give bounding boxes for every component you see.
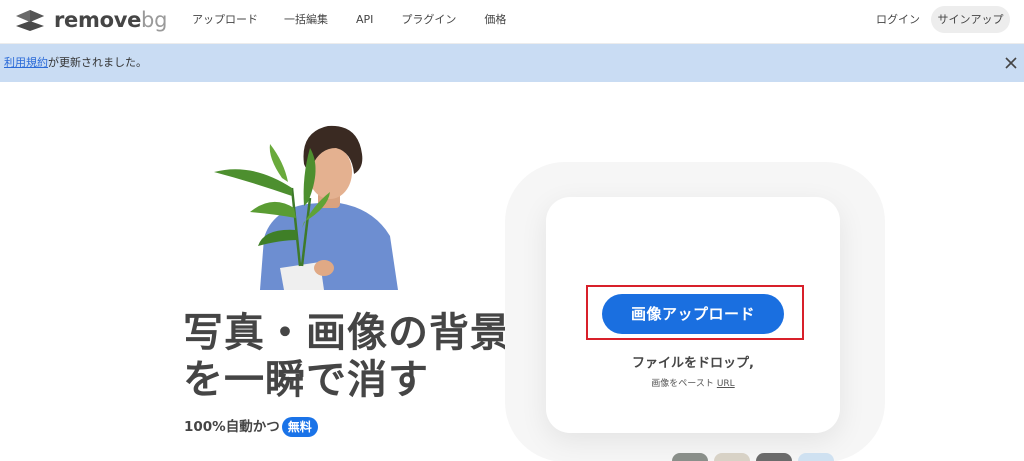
notice-banner: 利用規約が更新されました。 (0, 44, 1024, 82)
sample-thumbnails (672, 453, 834, 461)
main-nav: アップロード 一括編集 API プラグイン 価格 (192, 13, 534, 27)
url-link[interactable]: URL (717, 379, 735, 389)
stacked-layers-logo-icon (16, 10, 44, 31)
logo-text: removebg (54, 7, 167, 33)
sample-thumb-4[interactable] (798, 453, 834, 461)
logo-word: remove (54, 8, 142, 32)
upload-image-button[interactable]: 画像アップロード (602, 294, 784, 334)
sample-thumb-2[interactable] (714, 453, 750, 461)
free-tagline-text: 100%自動かつ (184, 419, 280, 435)
nav-api[interactable]: API (356, 13, 373, 27)
banner-message-text: が更新されました。 (48, 56, 147, 69)
headline-line-2: を一瞬で消す (183, 357, 429, 403)
login-link[interactable]: ログイン (876, 13, 920, 27)
banner-message: 利用規約が更新されました。 (4, 56, 147, 70)
free-badge: 無料 (281, 417, 318, 437)
logo[interactable]: removebg (14, 7, 167, 33)
logo-suffix: bg (141, 8, 168, 32)
free-tagline: 100%自動かつ 無料 (184, 417, 318, 437)
terms-link[interactable]: 利用規約 (4, 56, 48, 69)
man-holding-plant-photo (214, 125, 398, 290)
nav-upload[interactable]: アップロード (192, 13, 258, 27)
top-navbar: removebg アップロード 一括編集 API プラグイン 価格 ログイン サ… (0, 0, 1024, 44)
nav-bulk-edit[interactable]: 一括編集 (284, 13, 328, 27)
paste-image-text: 画像をペースト (651, 379, 714, 389)
nav-pricing[interactable]: 価格 (484, 13, 506, 27)
paste-line: 画像をペースト URL (546, 378, 840, 390)
nav-plugins[interactable]: プラグイン (401, 13, 456, 27)
drop-file-text: ファイルをドロップ, (632, 356, 754, 371)
sample-thumb-1[interactable] (672, 453, 708, 461)
hero-headline: 写真・画像の背景 を一瞬で消す (183, 310, 511, 404)
sample-thumb-3[interactable] (756, 453, 792, 461)
close-icon[interactable] (1003, 55, 1019, 71)
headline-line-1: 写真・画像の背景 (183, 310, 511, 356)
signup-button[interactable]: サインアップ (931, 6, 1010, 33)
